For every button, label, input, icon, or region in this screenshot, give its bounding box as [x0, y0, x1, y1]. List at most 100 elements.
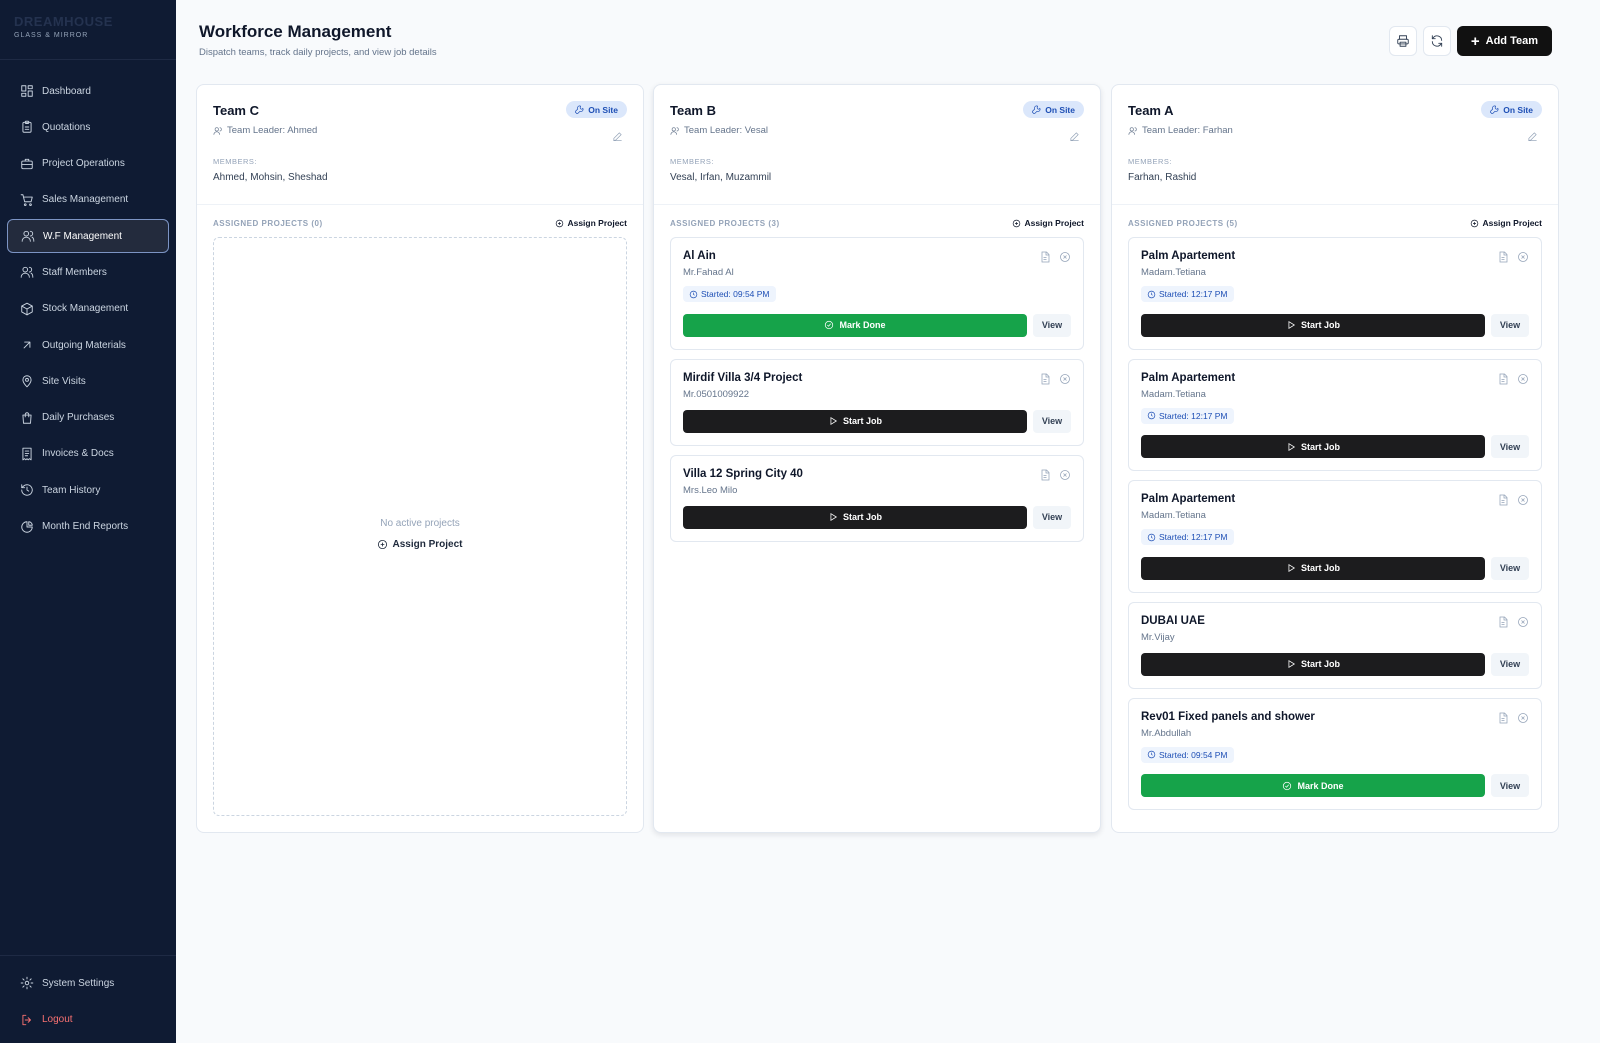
project-actions: Start Job View — [1141, 313, 1529, 337]
sidebar-item-dashboard[interactable]: Dashboard — [7, 74, 169, 108]
remove-project-button[interactable] — [1517, 250, 1529, 268]
assign-project-button[interactable]: Assign Project — [555, 218, 627, 228]
sidebar: DREAMHOUSE GLASS & MIRROR Dashboard Quota… — [0, 0, 176, 1043]
wrench-icon — [575, 105, 584, 114]
remove-project-button[interactable] — [1059, 250, 1071, 268]
view-button[interactable]: View — [1491, 313, 1529, 337]
project-name: Villa 12 Spring City 40 — [683, 467, 803, 480]
view-button[interactable]: View — [1033, 409, 1071, 433]
project-client: Mr.Abdullah — [1141, 727, 1192, 739]
sidebar-item-month-end-reports[interactable]: Month End Reports — [7, 510, 169, 544]
team-leader-text: Team Leader: Vesal — [684, 125, 768, 136]
project-icons — [1039, 372, 1071, 390]
sidebar-item-stock-management[interactable]: Stock Management — [7, 292, 169, 326]
sidebar-item-logout[interactable]: Logout — [7, 1003, 169, 1037]
start-job-button[interactable]: Start Job — [683, 505, 1027, 529]
sidebar-item-system-settings[interactable]: System Settings — [7, 966, 169, 1000]
remove-project-button[interactable] — [1059, 468, 1071, 486]
start-job-button[interactable]: Start Job — [683, 409, 1027, 433]
project-actions: Start Job View — [1141, 652, 1529, 676]
sidebar-item-quotations[interactable]: Quotations — [7, 110, 169, 144]
assign-project-label: Assign Project — [1482, 218, 1542, 228]
sidebar-item-label: W.F Management — [43, 230, 122, 242]
sidebar-item-daily-purchases[interactable]: Daily Purchases — [7, 401, 169, 435]
project-card: Villa 12 Spring City 40 Mrs.Leo Milo Start… — [670, 454, 1084, 542]
project-document-button[interactable] — [1497, 615, 1509, 633]
sidebar-item-invoices-docs[interactable]: Invoices & Docs — [7, 437, 169, 471]
user-icon — [1128, 126, 1137, 135]
edit-team-button[interactable] — [1527, 129, 1538, 141]
project-document-button[interactable] — [1039, 468, 1051, 486]
check-circle-icon — [1283, 781, 1292, 790]
start-job-button[interactable]: Start Job — [1141, 435, 1485, 458]
sidebar-item-outgoing-materials[interactable]: Outgoing Materials — [7, 328, 169, 362]
members-label: MEMBERS: — [213, 157, 258, 166]
project-document-button[interactable] — [1039, 250, 1051, 268]
users-icon — [21, 229, 35, 243]
edit-team-button[interactable] — [1069, 129, 1080, 141]
view-button[interactable]: View — [1491, 435, 1529, 458]
view-button[interactable]: View — [1033, 505, 1071, 529]
refresh-button[interactable] — [1422, 26, 1451, 56]
add-team-label: Add Team — [1485, 35, 1538, 47]
remove-project-button[interactable] — [1517, 711, 1529, 729]
project-actions: Mark Done View — [683, 313, 1071, 337]
status-badge: On Site — [566, 101, 627, 118]
team-card: Team A Team Leader: Farhan On Site MEMBERS:… — [1111, 84, 1559, 833]
assigned-projects-label: ASSIGNED PROJECTS (5) — [1128, 218, 1238, 228]
started-text: Started: 12:17 PM — [1159, 410, 1228, 421]
sidebar-bottom: System Settings Logout — [0, 955, 176, 1043]
empty-assign-project-button[interactable]: Assign Project — [214, 539, 626, 550]
empty-assign-label: Assign Project — [392, 539, 463, 550]
shopping-bag-icon — [20, 411, 34, 425]
project-icons — [1039, 468, 1071, 486]
assign-project-button[interactable]: Assign Project — [1470, 218, 1542, 228]
play-icon — [1288, 563, 1296, 573]
action-label: Mark Done — [1297, 780, 1344, 791]
close-circle-icon — [1518, 495, 1528, 505]
assigned-projects-label: ASSIGNED PROJECTS (3) — [670, 218, 780, 228]
started-text: Started: 12:17 PM — [1159, 289, 1228, 299]
project-document-button[interactable] — [1497, 372, 1509, 390]
start-job-button[interactable]: Start Job — [1141, 652, 1485, 676]
sidebar-item-project-operations[interactable]: Project Operations — [7, 147, 169, 181]
add-team-button[interactable]: + Add Team — [1456, 26, 1552, 56]
sidebar-item-team-history[interactable]: Team History — [7, 473, 169, 507]
project-name: Rev01 Fixed panels and shower — [1141, 710, 1315, 723]
sidebar-item-sales-management[interactable]: Sales Management — [7, 183, 169, 217]
start-job-button[interactable]: Start Job — [1141, 313, 1485, 337]
sidebar-item-w-f-management[interactable]: W.F Management — [7, 219, 169, 254]
remove-project-button[interactable] — [1517, 372, 1529, 390]
sidebar-nav: Dashboard Quotations Project Operations Sal… — [0, 60, 176, 544]
mark-done-button[interactable]: Mark Done — [683, 313, 1027, 337]
remove-project-button[interactable] — [1517, 615, 1529, 633]
sidebar-item-label: Dashboard — [42, 85, 91, 97]
view-button[interactable]: View — [1033, 313, 1071, 337]
start-job-button[interactable]: Start Job — [1141, 556, 1485, 580]
project-card: Rev01 Fixed panels and shower Mr.Abdullah… — [1128, 697, 1542, 810]
mark-done-button[interactable]: Mark Done — [1141, 774, 1485, 797]
project-document-button[interactable] — [1497, 493, 1509, 511]
print-button[interactable] — [1388, 26, 1417, 56]
remove-project-button[interactable] — [1517, 493, 1529, 511]
sidebar-item-staff-members[interactable]: Staff Members — [7, 255, 169, 289]
view-button[interactable]: View — [1491, 774, 1529, 797]
edit-team-button[interactable] — [612, 129, 623, 141]
sidebar-item-site-visits[interactable]: Site Visits — [7, 364, 169, 398]
clock-icon — [1147, 533, 1156, 541]
receipt-icon — [20, 447, 34, 461]
clipboard-icon — [20, 120, 34, 134]
plus-icon: + — [1470, 32, 1480, 50]
project-name: DUBAI UAE — [1141, 614, 1205, 627]
project-client: Mr.Vijay — [1141, 631, 1175, 643]
project-document-button[interactable] — [1039, 372, 1051, 390]
view-button[interactable]: View — [1491, 652, 1529, 676]
assign-project-button[interactable]: Assign Project — [1012, 218, 1084, 228]
remove-project-button[interactable] — [1059, 372, 1071, 390]
project-icons — [1039, 250, 1071, 268]
project-document-button[interactable] — [1497, 711, 1509, 729]
assign-project-label: Assign Project — [567, 218, 627, 228]
members-value: Vesal, Irfan, Muzammil — [670, 172, 772, 183]
view-button[interactable]: View — [1491, 556, 1529, 580]
project-document-button[interactable] — [1497, 250, 1509, 268]
